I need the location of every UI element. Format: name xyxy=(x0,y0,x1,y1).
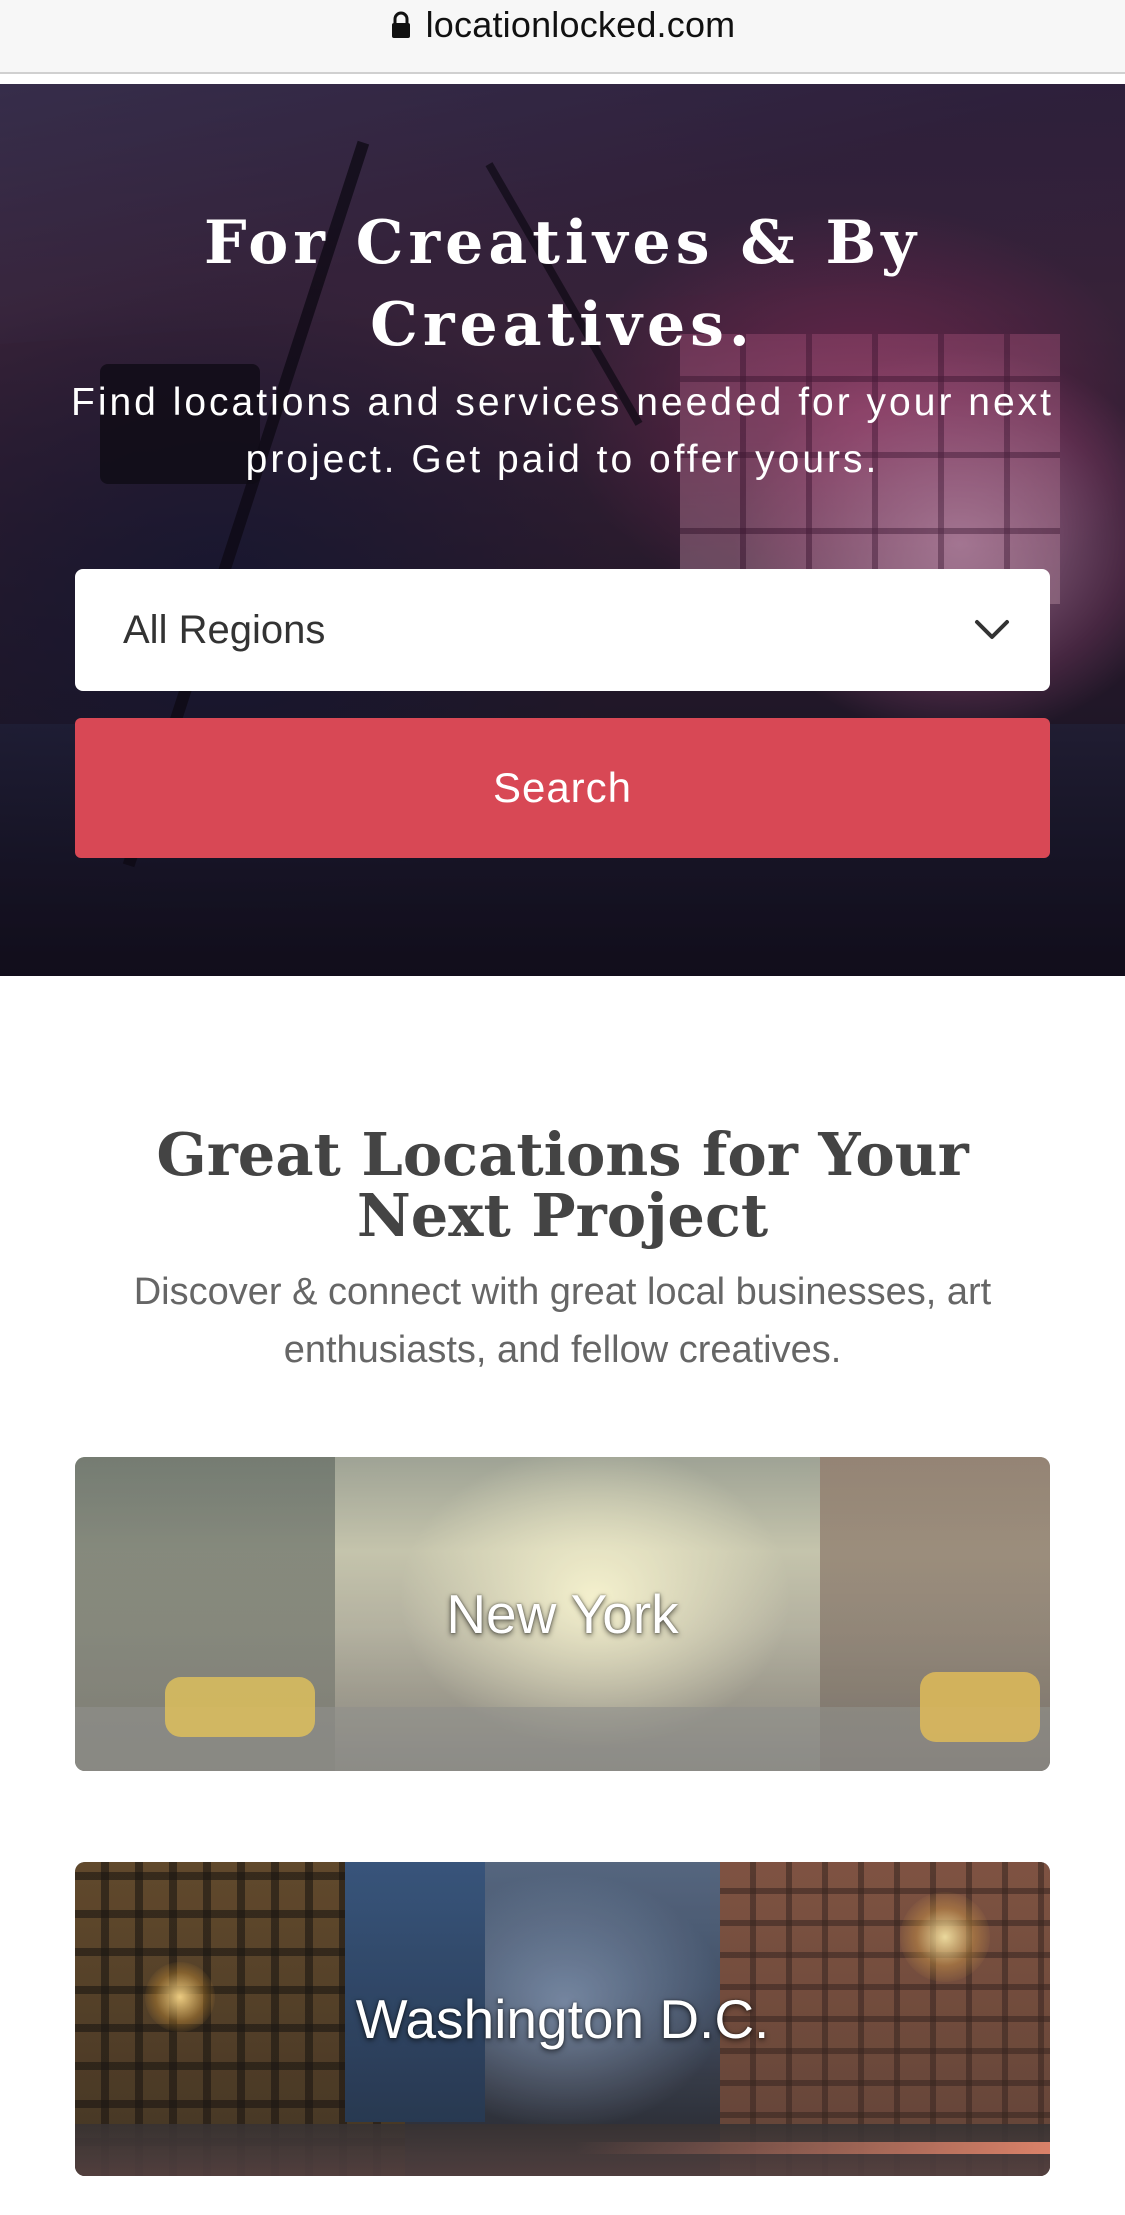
region-select[interactable]: All Regions xyxy=(75,569,1050,691)
section-subtitle: Discover & connect with great local busi… xyxy=(133,1271,992,1371)
section-title: Great Locations for Your Next Project xyxy=(156,1120,969,1250)
region-select-value: All Regions xyxy=(123,607,326,652)
hero-section: For Creatives & By Creatives. Find locat… xyxy=(0,84,1125,976)
lock-icon xyxy=(391,11,410,38)
browser-address-bar[interactable]: locationlocked.com xyxy=(0,0,1125,74)
location-card-label: Washington D.C. xyxy=(355,1988,770,2050)
location-card-new-york[interactable]: New York xyxy=(75,1457,1050,1771)
search-button[interactable]: Search xyxy=(75,718,1050,858)
location-card-label: New York xyxy=(446,1583,679,1645)
url-text: locationlocked.com xyxy=(425,4,736,45)
url-display[interactable]: locationlocked.com xyxy=(390,4,736,46)
chevron-down-icon xyxy=(975,620,1009,639)
hero-subtitle: Find locations and services needed for y… xyxy=(71,381,1054,481)
divider xyxy=(0,74,1125,84)
hero-title: For Creatives & By Creatives. xyxy=(203,208,922,360)
location-card-washington-dc[interactable]: Washington D.C. xyxy=(75,1862,1050,2176)
